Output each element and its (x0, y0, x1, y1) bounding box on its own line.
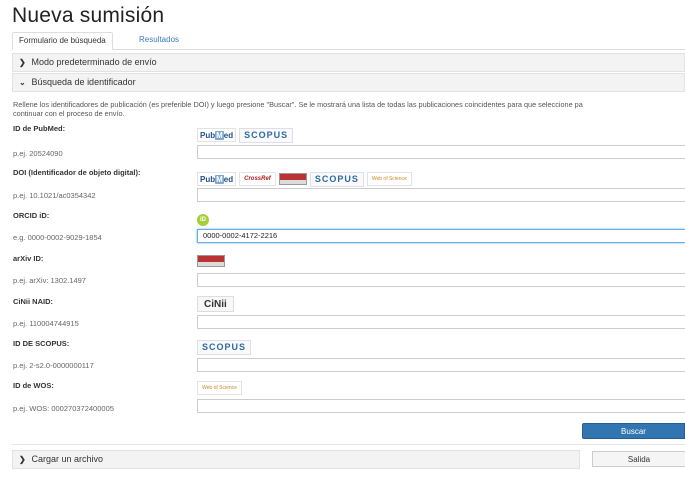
wos-id-hint: p.ej. WOS: 000270372400005 (13, 404, 114, 413)
section-default-mode-label: Modo predeterminado de envío (31, 57, 157, 67)
scopus-id-sources: SCOPUS (197, 339, 252, 355)
cinii-logo: CiNii (197, 296, 234, 312)
scopus-id-hint: p.ej. 2-s2.0-0000000117 (13, 361, 94, 370)
chevron-right-icon: ❯ (19, 455, 26, 464)
instructions-line-2: continuar con el proceso de envío. (13, 109, 125, 118)
tab-bar: Formulario de búsqueda Resultados (12, 32, 685, 50)
section-default-mode[interactable]: ❯ Modo predeterminado de envío (12, 53, 685, 72)
page-title: Nueva sumisión (12, 4, 165, 27)
arxiv-logo (197, 255, 225, 267)
wos-id-label: ID de WOS: (13, 381, 54, 390)
chevron-right-icon: ❯ (19, 58, 26, 67)
wos-logo: Web of Science (366, 172, 412, 186)
pubmed-id-hint: p.ej. 20524090 (13, 149, 63, 158)
section-upload-file[interactable]: ❯ Cargar un archivo (12, 450, 580, 469)
arxiv-id-sources (197, 253, 225, 269)
arxiv-logo (278, 173, 307, 185)
arxiv-id-input[interactable] (197, 273, 685, 287)
wos-id-sources: Web of Science (197, 380, 242, 396)
section-upload-file-label: Cargar un archivo (31, 454, 104, 464)
scopus-logo: SCOPUS (309, 171, 364, 187)
cinii-naid-hint: p.ej. 110004744915 (13, 319, 79, 328)
chevron-down-icon: ⌄ (19, 78, 26, 87)
pubmed-logo: Pub Med (197, 128, 237, 142)
section-identifier-search[interactable]: ⌄ Búsqueda de identificador (12, 73, 685, 92)
orcid-input[interactable]: 0000-0002-4172-2216 (197, 229, 685, 243)
cinii-naid-input[interactable] (197, 315, 685, 329)
wos-logo: Web of Science (197, 381, 242, 395)
pubmed-logo: Pub Med (197, 172, 237, 186)
orcid-label: ORCID iD: (13, 211, 50, 220)
wos-id-input[interactable] (197, 399, 685, 413)
search-button[interactable]: Buscar (582, 423, 685, 439)
orcid-hint: e.g. 0000-0002-9029-1854 (13, 233, 102, 242)
instructions: Rellene los identificadores de publicaci… (13, 100, 685, 118)
scopus-logo: SCOPUS (197, 339, 252, 355)
scopus-id-label: ID DE SCOPUS: (13, 339, 70, 348)
cinii-naid-sources: CiNii (197, 296, 234, 312)
tab-results[interactable]: Resultados (133, 32, 185, 48)
cinii-naid-label: CiNii NAID: (13, 297, 53, 306)
scopus-id-input[interactable] (197, 358, 685, 372)
pubmed-id-sources: Pub Med SCOPUS (197, 127, 294, 143)
doi-label: DOI (Identificador de objeto digital): (13, 168, 141, 177)
scopus-logo: SCOPUS (239, 127, 294, 143)
doi-input[interactable] (197, 188, 685, 202)
doi-hint: p.ej. 10.1021/ac0354342 (13, 191, 96, 200)
pubmed-id-input[interactable] (197, 145, 685, 159)
orcid-sources: iD (197, 212, 209, 228)
arxiv-id-label: arXiv ID: (13, 254, 44, 263)
arxiv-id-hint: p.ej. arXiv: 1302.1497 (13, 276, 86, 285)
pubmed-id-label: ID de PubMed: (13, 124, 66, 133)
crossref-logo: CrossRef (239, 172, 276, 186)
tab-search-form[interactable]: Formulario de búsqueda (12, 32, 113, 50)
divider (12, 444, 685, 445)
orcid-logo: iD (197, 214, 209, 226)
instructions-line-1: Rellene los identificadores de publicaci… (13, 100, 583, 109)
doi-sources: Pub Med CrossRef SCOPUS Web of Science (197, 171, 412, 187)
section-identifier-search-label: Búsqueda de identificador (31, 77, 136, 87)
exit-button[interactable]: Salida (592, 451, 685, 467)
